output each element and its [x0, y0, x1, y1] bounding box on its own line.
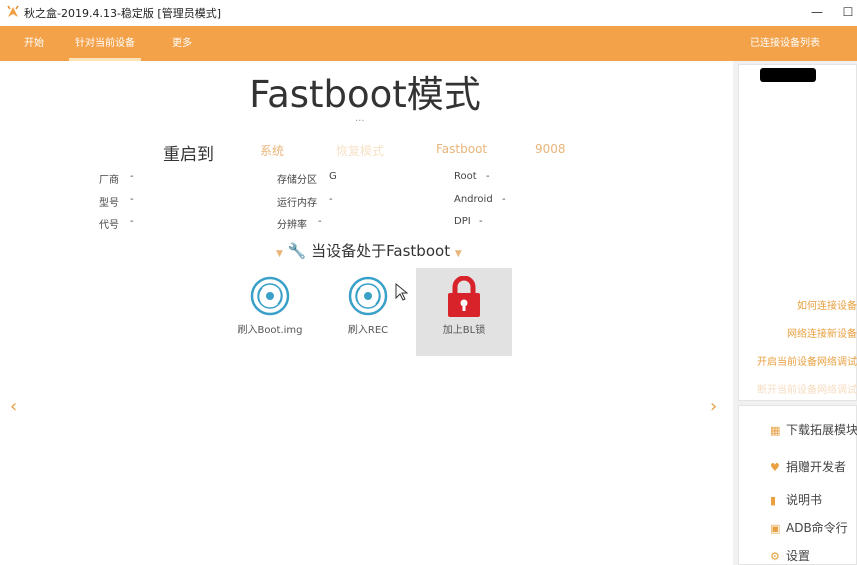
device-state-text: 当设备处于Fastboot	[311, 242, 451, 260]
storage-value: G	[329, 171, 337, 182]
prev-page-arrow[interactable]: ‹	[10, 396, 17, 417]
app-logo-icon	[7, 5, 19, 17]
codename-value: -	[130, 216, 134, 227]
device-state-heading: ▼ 🔧 当设备处于Fastboot ▼	[276, 240, 462, 261]
model-label: 型号	[99, 198, 119, 209]
reboot-fastboot-button[interactable]: Fastboot	[436, 142, 487, 156]
wrench-icon: 🔧	[287, 242, 307, 260]
lock-icon	[448, 276, 480, 317]
manual-item[interactable]: ▮ 说明书	[770, 491, 822, 508]
root-value: -	[486, 171, 490, 182]
vendor-value: -	[130, 171, 134, 182]
adb-terminal-item[interactable]: ▣ ADB命令行	[770, 519, 848, 536]
more-dots[interactable]: ...	[355, 113, 365, 124]
root-label: Root	[454, 171, 477, 182]
top-nav: 开始 针对当前设备 更多 已连接设备列表	[0, 26, 857, 61]
flash-rec-label: 刷入REC	[347, 325, 389, 336]
vendor-label: 厂商	[99, 175, 119, 186]
terminal-icon: ▣	[770, 522, 781, 535]
resolution-value: -	[318, 216, 322, 227]
title-bar: 秋之盒-2019.4.13-稳定版 [管理员模式] — ☐	[0, 0, 857, 26]
caret-down-icon: ▼	[454, 249, 462, 259]
dpi-value: -	[479, 216, 483, 227]
disc-icon	[250, 276, 290, 316]
maximize-button[interactable]: ☐	[838, 3, 857, 21]
reboot-system-button[interactable]: 系统	[260, 142, 284, 159]
device-list-panel	[738, 64, 857, 401]
download-modules-item[interactable]: ▦ 下载拓展模块	[770, 421, 857, 438]
enable-network-debug-link[interactable]: 开启当前设备网络调试	[757, 353, 857, 368]
connected-devices-button[interactable]: 已连接设备列表	[750, 26, 820, 61]
nav-tab-start[interactable]: 开始	[24, 26, 44, 61]
window-title: 秋之盒-2019.4.13-稳定版 [管理员模式]	[24, 7, 222, 20]
ram-label: 运行内存	[277, 198, 317, 209]
ram-value: -	[329, 194, 333, 205]
flash-boot-label: 刷入Boot.img	[237, 325, 303, 336]
storage-label: 存储分区	[277, 175, 317, 186]
flash-boot-button[interactable]: 刷入Boot.img	[222, 268, 318, 356]
donate-item[interactable]: ♥ 捐赠开发者	[770, 458, 846, 475]
network-connect-link[interactable]: 网络连接新设备	[787, 325, 857, 340]
page-title: Fastboot模式	[249, 73, 481, 116]
nav-tab-current-device[interactable]: 针对当前设备	[69, 26, 141, 61]
settings-item[interactable]: ⚙ 设置	[770, 547, 810, 564]
reboot-recovery-button[interactable]: 恢复模式	[336, 142, 384, 159]
flash-rec-button[interactable]: 刷入REC	[320, 268, 416, 356]
book-icon: ▮	[770, 494, 777, 507]
resolution-label: 分辨率	[277, 220, 307, 231]
heart-icon: ♥	[770, 461, 780, 474]
codename-label: 代号	[99, 220, 119, 231]
redacted-device-name	[760, 68, 816, 82]
disc-icon	[348, 276, 388, 316]
nav-tab-more[interactable]: 更多	[172, 26, 192, 61]
disable-network-debug-link[interactable]: 断开当前设备网络调试	[757, 381, 857, 396]
next-page-arrow[interactable]: ›	[710, 396, 717, 417]
android-value: -	[502, 194, 506, 205]
model-value: -	[130, 194, 134, 205]
add-bl-lock-button[interactable]: 加上BL锁	[416, 268, 512, 356]
caret-down-icon: ▼	[276, 249, 283, 259]
add-bl-lock-label: 加上BL锁	[442, 325, 486, 336]
minimize-button[interactable]: —	[807, 3, 827, 21]
mouse-cursor-icon	[395, 283, 409, 301]
reboot-9008-button[interactable]: 9008	[535, 142, 566, 156]
android-label: Android	[454, 194, 493, 205]
gear-icon: ⚙	[770, 550, 780, 563]
grid-icon: ▦	[770, 424, 781, 437]
how-to-connect-link[interactable]: 如何连接设备	[797, 297, 857, 312]
reboot-to-label: 重启到	[163, 145, 214, 165]
dpi-label: DPI	[454, 216, 471, 227]
